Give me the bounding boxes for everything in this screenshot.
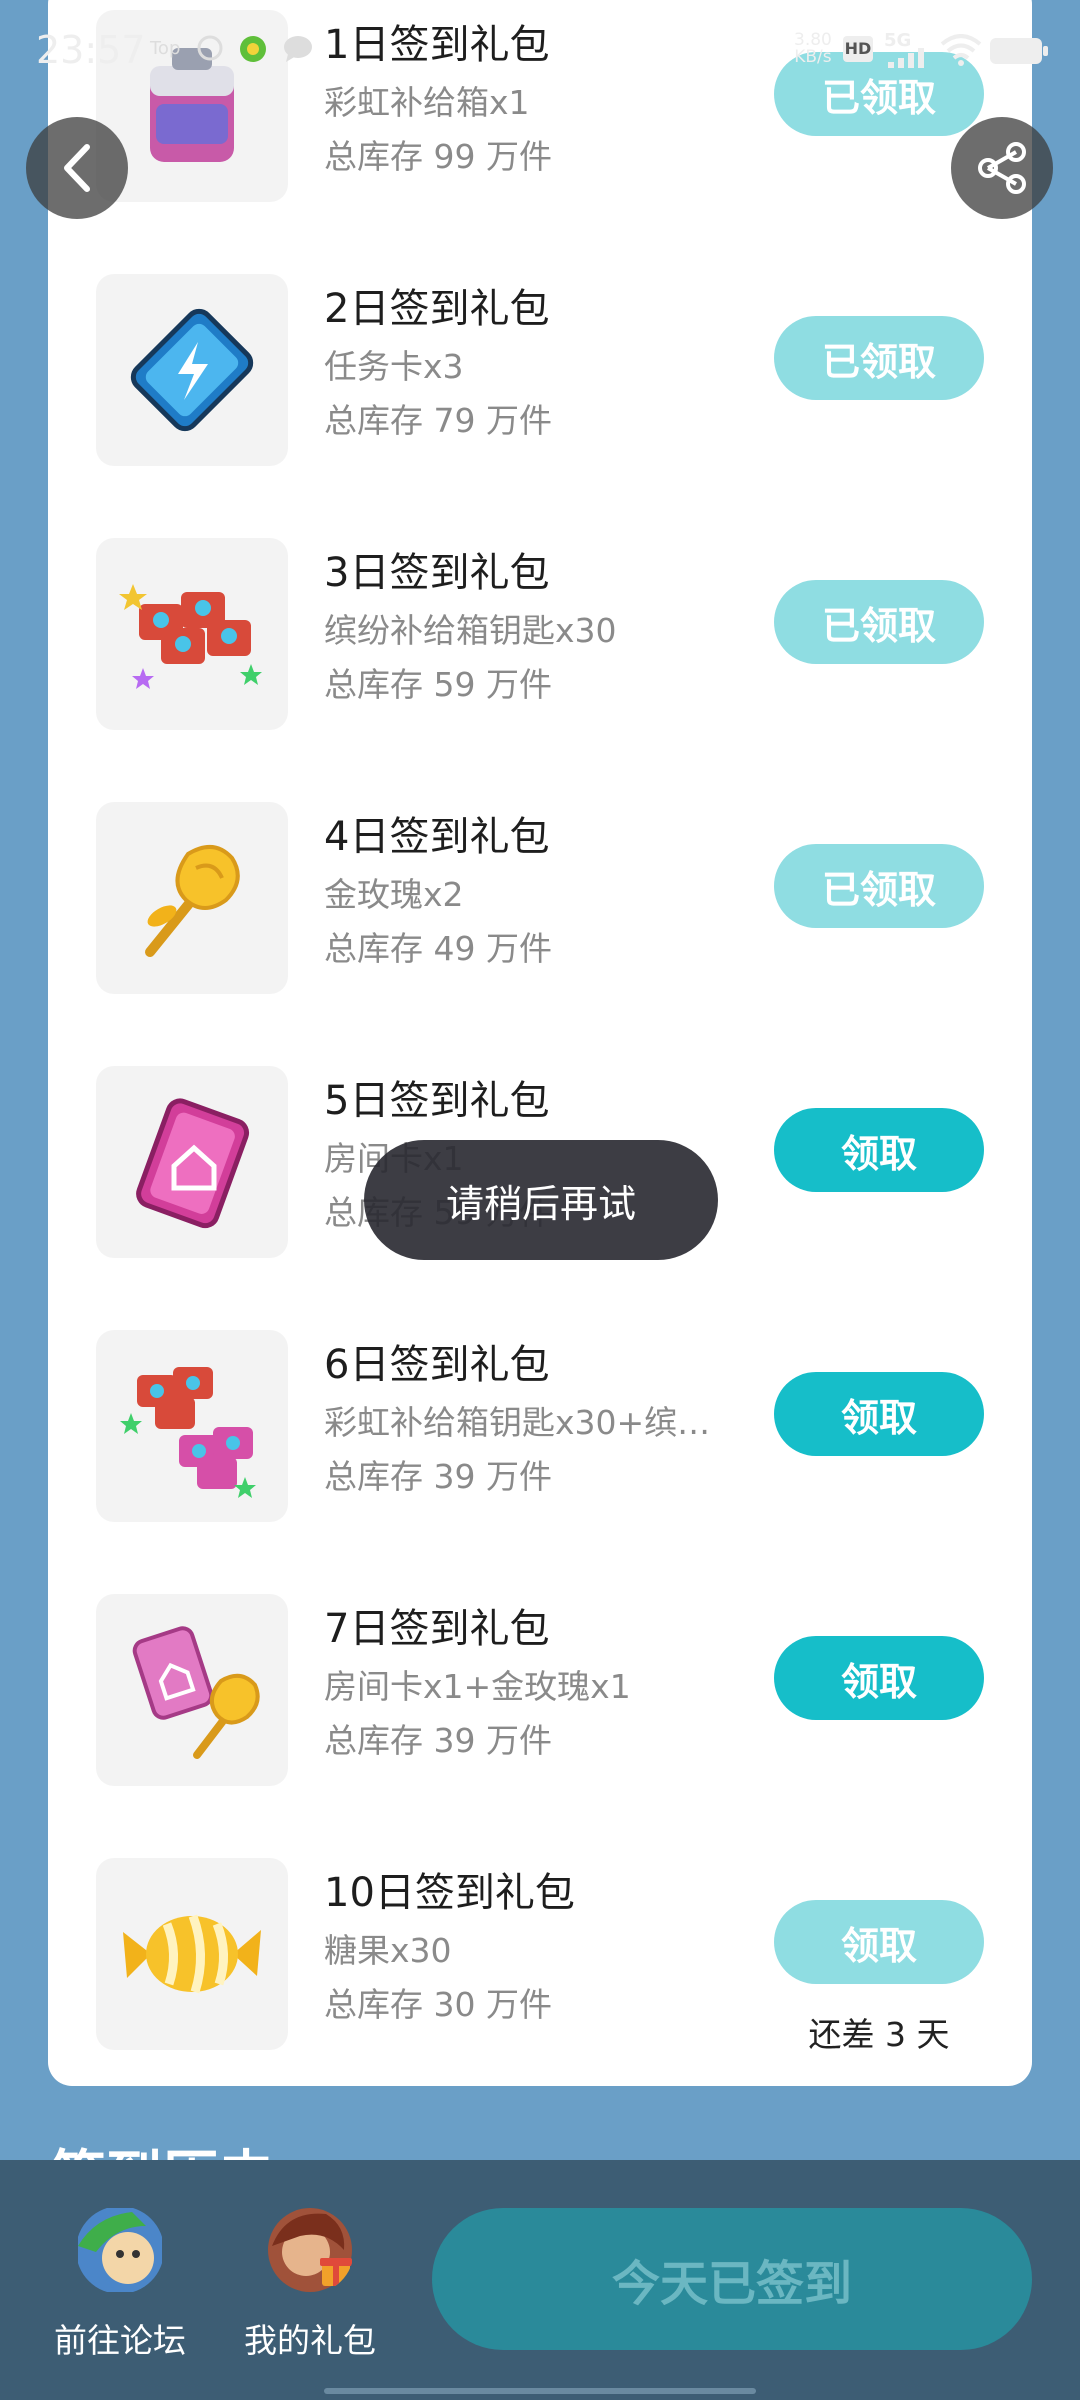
gift-row: 4日签到礼包 金玫瑰x2 总库存 49 万件 已领取 [48,802,1032,1002]
claimed-button[interactable]: 已领取 [774,580,984,664]
gift-stock: 总库存 59 万件 [324,665,552,704]
hd-badge: HD [843,36,873,62]
status-bar: 23:57 Top 3.80 KB/s HD 5G [0,0,1080,100]
signal-icon [888,48,924,68]
gift-stock: 总库存 39 万件 [324,1721,552,1760]
status-app-label: Top [150,38,181,59]
room-card-rose-icon [132,1626,260,1759]
gift-thumbnail [96,1330,288,1522]
supply-key-icon [119,584,262,689]
gift-item: 任务卡x3 [324,347,464,386]
gift-thumbnail [96,1066,288,1258]
gift-thumbnail [96,1594,288,1786]
claim-button-locked[interactable]: 领取 [774,1900,984,1984]
claim-button[interactable]: 领取 [774,1636,984,1720]
my-gifts-label: 我的礼包 [244,2321,376,2360]
back-button[interactable] [26,117,128,219]
mixed-keys-icon [120,1367,256,1498]
wifi-icon [940,34,982,66]
gift-thumbnail [96,538,288,730]
gift-stock: 总库存 49 万件 [324,929,552,968]
gift-row: 6日签到礼包 彩虹补给箱钥匙x30+缤… 总库存 39 万件 领取 [48,1330,1032,1530]
gift-title: 2日签到礼包 [324,286,550,332]
forum-label: 前往论坛 [54,2321,186,2360]
bottom-bar: 前往论坛 我的礼包 今天已签到 [0,2160,1080,2400]
gift-stock: 总库存 39 万件 [324,1457,552,1496]
forum-button[interactable]: 前往论坛 [40,2206,200,2362]
message-icon [284,36,312,62]
share-icon [978,142,1026,194]
gift-title: 3日签到礼包 [324,550,550,596]
gift-row: 10日签到礼包 糖果x30 总库存 30 万件 领取 还差 3 天 [48,1858,1032,2058]
gift-row: 3日签到礼包 缤纷补给箱钥匙x30 总库存 59 万件 已领取 [48,538,1032,738]
signed-in-button[interactable]: 今天已签到 [432,2208,1032,2350]
gift-stock: 总库存 30 万件 [324,1985,552,2024]
toast-message: 请稍后再试 [364,1140,718,1260]
battery-icon [990,38,1048,64]
gift-item: 彩虹补给箱钥匙x30+缤… [324,1403,711,1442]
gift-stock: 总库存 99 万件 [324,137,552,176]
gift-title: 5日签到礼包 [324,1078,550,1124]
days-remaining: 还差 3 天 [808,2015,950,2054]
my-gifts-button[interactable]: 我的礼包 [230,2206,390,2362]
my-gifts-icon [268,2208,352,2292]
status-time: 23:57 [36,28,146,72]
forum-icon [78,2208,162,2292]
gift-title: 6日签到礼包 [324,1342,550,1388]
claim-button[interactable]: 领取 [774,1372,984,1456]
notification-icon [197,35,223,61]
gift-title: 7日签到礼包 [324,1606,550,1652]
gift-item: 金玫瑰x2 [324,875,464,914]
gift-title: 10日签到礼包 [324,1870,575,1916]
candy-icon [123,1914,261,1994]
gift-thumbnail [96,274,288,466]
gift-list-card: 1日签到礼包 彩虹补给箱x1 总库存 99 万件 已领取 2日签到礼包 任务卡x… [48,0,1032,2086]
gift-item: 糖果x30 [324,1931,452,1970]
gift-thumbnail [96,1858,288,2050]
app-notification-icon [240,36,266,62]
gift-item: 房间卡x1+金玫瑰x1 [324,1667,631,1706]
gift-stock: 总库存 79 万件 [324,401,552,440]
room-card-icon [136,1098,250,1229]
gift-title: 4日签到礼包 [324,814,550,860]
gift-row: 2日签到礼包 任务卡x3 总库存 79 万件 已领取 [48,274,1032,474]
claimed-button[interactable]: 已领取 [774,844,984,928]
claim-button[interactable]: 领取 [774,1108,984,1192]
gift-row: 7日签到礼包 房间卡x1+金玫瑰x1 总库存 39 万件 领取 [48,1594,1032,1794]
gift-thumbnail [96,802,288,994]
gift-item: 缤纷补给箱钥匙x30 [324,611,617,650]
task-card-icon [130,308,254,432]
network-speed: 3.80 KB/s [794,30,832,67]
share-button[interactable] [951,117,1053,219]
home-indicator[interactable] [324,2388,756,2394]
claimed-button[interactable]: 已领取 [774,316,984,400]
back-arrow-icon [64,144,90,192]
golden-rose-icon [145,845,240,957]
